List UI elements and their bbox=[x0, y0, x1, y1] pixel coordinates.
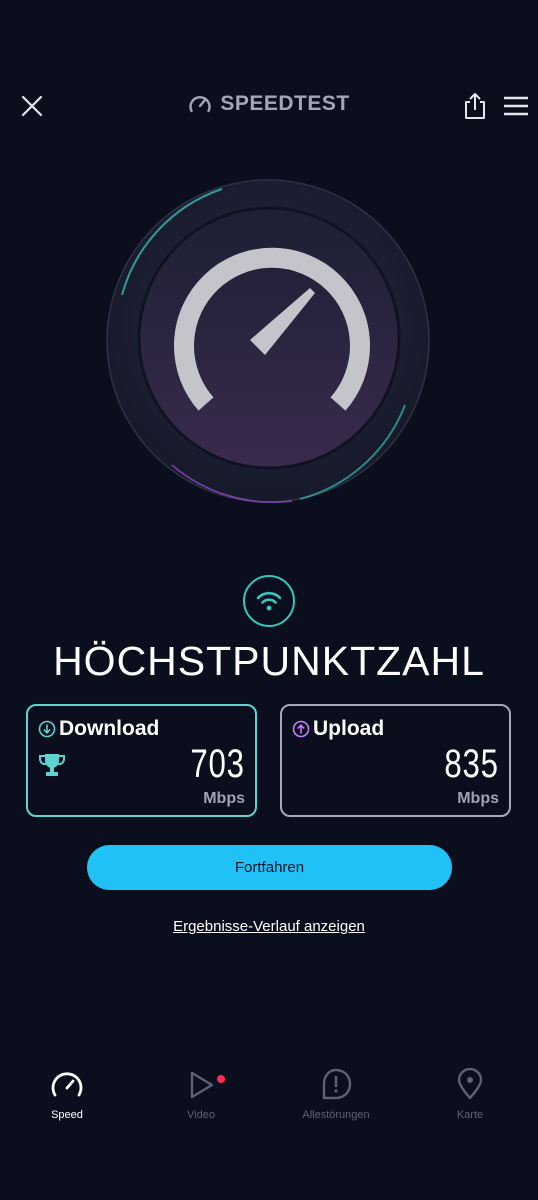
hamburger-menu-icon bbox=[504, 96, 528, 116]
speedometer-gauge-icon bbox=[106, 179, 430, 504]
speedtest-logo-icon bbox=[189, 96, 211, 113]
trophy-icon bbox=[39, 754, 65, 776]
top-bar: SPEEDTEST bbox=[0, 80, 538, 132]
download-label: Download bbox=[59, 717, 160, 740]
wifi-icon bbox=[256, 591, 282, 611]
nav-label-speed: Speed bbox=[51, 1109, 83, 1121]
results-history-link[interactable]: Ergebnisse-Verlauf anzeigen bbox=[0, 918, 538, 935]
bottom-navigation: Speed Video Allestörungen Karte bbox=[0, 1060, 538, 1140]
brand-name: SPEEDTEST bbox=[220, 92, 350, 115]
download-result-card: Download 703 Mbps bbox=[26, 704, 257, 817]
download-unit: Mbps bbox=[203, 790, 245, 807]
menu-button[interactable] bbox=[500, 90, 534, 122]
nav-label-map: Karte bbox=[456, 1109, 484, 1121]
upload-value: 835 bbox=[444, 742, 499, 786]
upload-unit: Mbps bbox=[457, 790, 499, 807]
download-arrow-icon bbox=[38, 720, 56, 738]
nav-item-video[interactable]: Video bbox=[141, 1060, 261, 1140]
upload-card-header: Upload bbox=[292, 717, 384, 741]
speed-gauge bbox=[102, 175, 438, 511]
connection-type-badge bbox=[243, 575, 295, 627]
share-button[interactable] bbox=[458, 88, 492, 124]
upload-arrow-icon bbox=[292, 720, 310, 738]
play-icon bbox=[190, 1071, 214, 1099]
upload-result-card: Upload 835 Mbps bbox=[280, 704, 511, 817]
download-card-header: Download bbox=[38, 717, 159, 741]
nav-label-video: Video bbox=[187, 1109, 215, 1121]
nav-label-outages: Allestörungen bbox=[302, 1109, 370, 1121]
notification-dot bbox=[217, 1075, 225, 1083]
nav-item-outages[interactable]: Allestörungen bbox=[276, 1060, 396, 1140]
continue-button[interactable]: Fortfahren bbox=[87, 845, 452, 890]
share-icon bbox=[465, 93, 485, 119]
nav-item-speed[interactable]: Speed bbox=[7, 1060, 127, 1140]
trophy-badge bbox=[37, 750, 67, 785]
upload-label: Upload bbox=[313, 717, 385, 740]
nav-item-map[interactable]: Karte bbox=[410, 1060, 530, 1140]
map-pin-icon bbox=[457, 1068, 483, 1100]
result-headline: HÖCHSTPUNKTZAHL bbox=[53, 638, 485, 684]
alert-icon bbox=[322, 1068, 352, 1100]
speed-gauge-icon bbox=[51, 1072, 83, 1097]
download-value: 703 bbox=[190, 742, 245, 786]
